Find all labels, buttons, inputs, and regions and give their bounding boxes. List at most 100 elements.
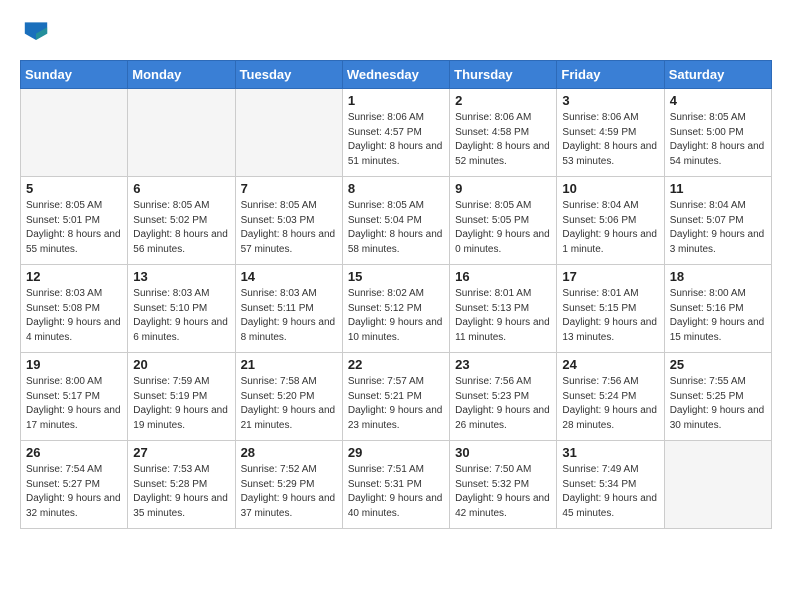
day-detail: Sunrise: 7:56 AM Sunset: 5:23 PM Dayligh… <box>455 375 551 433</box>
day-number: 23 <box>455 357 551 372</box>
day-number: 2 <box>455 93 551 108</box>
day-cell: 25Sunrise: 7:55 AM Sunset: 5:25 PM Dayli… <box>664 353 771 441</box>
day-cell: 2 Sunrise: 8:06 AM Sunset: 4:58 PM Daylig… <box>450 89 557 177</box>
day-detail: Sunrise: 8:04 AM Sunset: 5:06 PM Dayligh… <box>562 199 658 257</box>
day-detail: Sunrise: 7:59 AM Sunset: 5:19 PM Dayligh… <box>133 375 229 433</box>
day-cell: 23 Sunrise: 7:56 AM Sunset: 5:23 PM Dayli… <box>450 353 557 441</box>
header <box>20 16 772 48</box>
day-detail: Sunrise: 7:50 AM Sunset: 5:32 PM Dayligh… <box>455 463 551 521</box>
week-row-4: 19 Sunrise: 8:00 AM Sunset: 5:17 PM Dayli… <box>21 353 772 441</box>
day-detail: Sunrise: 7:49 AM Sunset: 5:34 PM Dayligh… <box>562 463 658 521</box>
day-number: 29 <box>348 445 444 460</box>
day-cell: 12Sunrise: 8:03 AM Sunset: 5:08 PM Dayli… <box>21 265 128 353</box>
day-cell: 8 Sunrise: 8:05 AM Sunset: 5:04 PM Daylig… <box>342 177 449 265</box>
day-detail: Sunrise: 8:03 AM Sunset: 5:11 PM Dayligh… <box>241 287 337 345</box>
day-number: 22 <box>348 357 444 372</box>
day-cell: 6Sunrise: 8:05 AM Sunset: 5:02 PM Daylig… <box>128 177 235 265</box>
day-detail: Sunrise: 7:55 AM Sunset: 5:25 PM Dayligh… <box>670 375 766 433</box>
day-number: 16 <box>455 269 551 284</box>
day-number: 18 <box>670 269 766 284</box>
day-detail: Sunrise: 8:04 AM Sunset: 5:07 PM Dayligh… <box>670 199 766 257</box>
day-cell: 7Sunrise: 8:05 AM Sunset: 5:03 PM Daylig… <box>235 177 342 265</box>
day-cell: 27Sunrise: 7:53 AM Sunset: 5:28 PM Dayli… <box>128 441 235 529</box>
calendar-table: SundayMondayTuesdayWednesdayThursdayFrid… <box>20 60 772 529</box>
day-cell: 4Sunrise: 8:05 AM Sunset: 5:00 PM Daylig… <box>664 89 771 177</box>
day-cell: 15 Sunrise: 8:02 AM Sunset: 5:12 PM Dayli… <box>342 265 449 353</box>
day-cell <box>21 89 128 177</box>
day-number: 8 <box>348 181 444 196</box>
day-cell: 18 Sunrise: 8:00 AM Sunset: 5:16 PM Dayli… <box>664 265 771 353</box>
day-cell <box>664 441 771 529</box>
day-number: 7 <box>241 181 337 196</box>
day-cell: 3Sunrise: 8:06 AM Sunset: 4:59 PM Daylig… <box>557 89 664 177</box>
day-cell: 21Sunrise: 7:58 AM Sunset: 5:20 PM Dayli… <box>235 353 342 441</box>
day-detail: Sunrise: 8:03 AM Sunset: 5:08 PM Dayligh… <box>26 287 122 345</box>
day-number: 1 <box>348 93 444 108</box>
day-number: 15 <box>348 269 444 284</box>
day-cell: 17 Sunrise: 8:01 AM Sunset: 5:15 PM Dayli… <box>557 265 664 353</box>
weekday-wednesday: Wednesday <box>342 61 449 89</box>
day-number: 28 <box>241 445 337 460</box>
day-number: 9 <box>455 181 551 196</box>
day-cell <box>128 89 235 177</box>
week-row-5: 26 Sunrise: 7:54 AM Sunset: 5:27 PM Dayli… <box>21 441 772 529</box>
day-detail: Sunrise: 8:05 AM Sunset: 5:05 PM Dayligh… <box>455 199 551 257</box>
day-detail: Sunrise: 8:05 AM Sunset: 5:04 PM Dayligh… <box>348 199 444 257</box>
logo-icon <box>20 16 52 48</box>
day-cell: 1 Sunrise: 8:06 AM Sunset: 4:57 PM Daylig… <box>342 89 449 177</box>
day-cell: 30 Sunrise: 7:50 AM Sunset: 5:32 PM Dayli… <box>450 441 557 529</box>
calendar-header: SundayMondayTuesdayWednesdayThursdayFrid… <box>21 61 772 89</box>
day-number: 11 <box>670 181 766 196</box>
day-detail: Sunrise: 7:58 AM Sunset: 5:20 PM Dayligh… <box>241 375 337 433</box>
day-number: 24 <box>562 357 658 372</box>
day-number: 30 <box>455 445 551 460</box>
day-cell: 9 Sunrise: 8:05 AM Sunset: 5:05 PM Daylig… <box>450 177 557 265</box>
weekday-friday: Friday <box>557 61 664 89</box>
weekday-tuesday: Tuesday <box>235 61 342 89</box>
day-number: 31 <box>562 445 658 460</box>
day-cell: 14 Sunrise: 8:03 AM Sunset: 5:11 PM Dayli… <box>235 265 342 353</box>
day-cell: 20 Sunrise: 7:59 AM Sunset: 5:19 PM Dayli… <box>128 353 235 441</box>
day-detail: Sunrise: 8:01 AM Sunset: 5:15 PM Dayligh… <box>562 287 658 345</box>
day-cell: 10 Sunrise: 8:04 AM Sunset: 5:06 PM Dayli… <box>557 177 664 265</box>
day-cell: 29 Sunrise: 7:51 AM Sunset: 5:31 PM Dayli… <box>342 441 449 529</box>
day-detail: Sunrise: 8:02 AM Sunset: 5:12 PM Dayligh… <box>348 287 444 345</box>
day-detail: Sunrise: 8:06 AM Sunset: 4:57 PM Dayligh… <box>348 111 444 169</box>
week-row-1: 1 Sunrise: 8:06 AM Sunset: 4:57 PM Daylig… <box>21 89 772 177</box>
week-row-3: 12Sunrise: 8:03 AM Sunset: 5:08 PM Dayli… <box>21 265 772 353</box>
day-number: 20 <box>133 357 229 372</box>
day-cell: 26 Sunrise: 7:54 AM Sunset: 5:27 PM Dayli… <box>21 441 128 529</box>
day-cell <box>235 89 342 177</box>
day-detail: Sunrise: 8:03 AM Sunset: 5:10 PM Dayligh… <box>133 287 229 345</box>
day-detail: Sunrise: 8:05 AM Sunset: 5:02 PM Dayligh… <box>133 199 229 257</box>
day-number: 4 <box>670 93 766 108</box>
page: SundayMondayTuesdayWednesdayThursdayFrid… <box>0 0 792 545</box>
day-number: 26 <box>26 445 122 460</box>
day-cell: 28Sunrise: 7:52 AM Sunset: 5:29 PM Dayli… <box>235 441 342 529</box>
day-detail: Sunrise: 7:57 AM Sunset: 5:21 PM Dayligh… <box>348 375 444 433</box>
day-detail: Sunrise: 7:51 AM Sunset: 5:31 PM Dayligh… <box>348 463 444 521</box>
weekday-monday: Monday <box>128 61 235 89</box>
day-cell: 19 Sunrise: 8:00 AM Sunset: 5:17 PM Dayli… <box>21 353 128 441</box>
day-number: 19 <box>26 357 122 372</box>
day-detail: Sunrise: 7:53 AM Sunset: 5:28 PM Dayligh… <box>133 463 229 521</box>
day-cell: 13 Sunrise: 8:03 AM Sunset: 5:10 PM Dayli… <box>128 265 235 353</box>
day-number: 14 <box>241 269 337 284</box>
day-detail: Sunrise: 8:05 AM Sunset: 5:01 PM Dayligh… <box>26 199 122 257</box>
day-detail: Sunrise: 8:00 AM Sunset: 5:17 PM Dayligh… <box>26 375 122 433</box>
day-number: 10 <box>562 181 658 196</box>
day-number: 13 <box>133 269 229 284</box>
day-cell: 11 Sunrise: 8:04 AM Sunset: 5:07 PM Dayli… <box>664 177 771 265</box>
calendar-body: 1 Sunrise: 8:06 AM Sunset: 4:57 PM Daylig… <box>21 89 772 529</box>
day-number: 3 <box>562 93 658 108</box>
week-row-2: 5 Sunrise: 8:05 AM Sunset: 5:01 PM Daylig… <box>21 177 772 265</box>
day-number: 17 <box>562 269 658 284</box>
day-detail: Sunrise: 8:06 AM Sunset: 4:58 PM Dayligh… <box>455 111 551 169</box>
weekday-header-row: SundayMondayTuesdayWednesdayThursdayFrid… <box>21 61 772 89</box>
day-cell: 5 Sunrise: 8:05 AM Sunset: 5:01 PM Daylig… <box>21 177 128 265</box>
day-number: 5 <box>26 181 122 196</box>
day-detail: Sunrise: 8:00 AM Sunset: 5:16 PM Dayligh… <box>670 287 766 345</box>
day-cell: 16Sunrise: 8:01 AM Sunset: 5:13 PM Dayli… <box>450 265 557 353</box>
day-detail: Sunrise: 7:54 AM Sunset: 5:27 PM Dayligh… <box>26 463 122 521</box>
day-cell: 31 Sunrise: 7:49 AM Sunset: 5:34 PM Dayli… <box>557 441 664 529</box>
